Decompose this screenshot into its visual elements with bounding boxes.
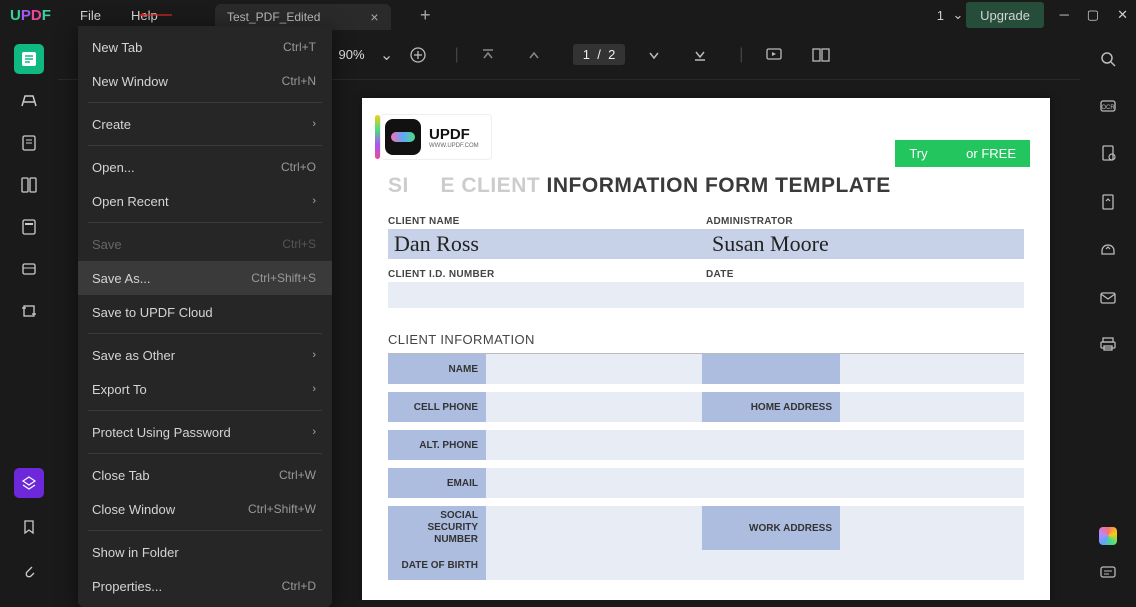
row-name-label: NAME — [388, 354, 486, 384]
row-work-label: WORK ADDRESS — [702, 506, 840, 550]
bookmark-button[interactable] — [14, 512, 44, 542]
menu-new-tab[interactable]: New TabCtrl+T — [78, 30, 332, 64]
id-value — [388, 282, 706, 308]
print-icon[interactable] — [1099, 336, 1117, 357]
id-label: CLIENT I.D. NUMBER — [388, 269, 706, 280]
chevron-right-icon: › — [312, 426, 316, 438]
row-alt-label: ALT. PHONE — [388, 430, 486, 460]
row-email-label: EMAIL — [388, 468, 486, 498]
menu-export[interactable]: Export To› — [78, 372, 332, 406]
page-number-input[interactable]: 1 / 2 — [573, 44, 626, 65]
zoom-value[interactable]: 90% — [339, 47, 365, 62]
last-page-icon[interactable] — [693, 48, 717, 62]
zoom-dropdown-icon[interactable]: ⌄ — [379, 45, 395, 65]
edit-tool-button[interactable] — [14, 128, 44, 158]
prev-page-icon[interactable] — [527, 48, 551, 62]
date-value — [706, 282, 1024, 308]
email-icon[interactable] — [1099, 291, 1117, 310]
crop-tool-button[interactable] — [14, 296, 44, 326]
menu-create[interactable]: Create› — [78, 107, 332, 141]
menu-save-as[interactable]: Save As...Ctrl+Shift+S — [78, 261, 332, 295]
window-controls: ─ ▢ ✕ — [1060, 7, 1128, 23]
presentation-icon[interactable] — [765, 47, 789, 63]
app-logo: UPDF — [10, 7, 51, 24]
new-tab-button[interactable]: + — [420, 5, 431, 26]
row-cell-label: CELL PHONE — [388, 392, 486, 422]
file-menu-dropdown: New TabCtrl+T New WindowCtrl+N Create› O… — [78, 26, 332, 607]
minimize-icon[interactable]: ─ — [1060, 7, 1069, 23]
tab-title: Test_PDF_Edited — [227, 10, 320, 24]
page-count-value: 1 — [937, 8, 944, 23]
right-sidebar: OCR — [1080, 30, 1136, 600]
facing-pages-icon[interactable] — [811, 47, 835, 63]
page-count-dropdown[interactable]: 1 ⌄ — [937, 7, 966, 23]
chevron-right-icon: › — [312, 349, 316, 361]
menu-save-other[interactable]: Save as Other› — [78, 338, 332, 372]
menu-protect[interactable]: Protect Using Password› — [78, 415, 332, 449]
zoom-in-icon[interactable] — [409, 46, 433, 64]
layers-button[interactable] — [14, 468, 44, 498]
client-info-grid: NAME CELL PHONE HOME ADDRESS ALT. PHONE — [388, 354, 1024, 580]
tools-button[interactable] — [14, 254, 44, 284]
left-sidebar — [0, 30, 58, 600]
export-icon[interactable] — [1100, 193, 1116, 216]
svg-text:OCR: OCR — [1101, 105, 1115, 111]
comment-tool-button[interactable] — [14, 86, 44, 116]
ocr-icon[interactable]: OCR — [1099, 99, 1117, 118]
chevron-right-icon: › — [312, 118, 316, 130]
share-icon[interactable] — [1099, 242, 1117, 265]
chevron-down-icon: ⌄ — [950, 7, 966, 23]
first-page-icon[interactable] — [481, 48, 505, 62]
tab-close-icon[interactable]: × — [370, 9, 378, 25]
organize-tool-button[interactable] — [14, 170, 44, 200]
upgrade-button[interactable]: Upgrade — [966, 2, 1044, 28]
row-dob-label: DATE OF BIRTH — [388, 550, 486, 580]
menu-close-window[interactable]: Close WindowCtrl+Shift+W — [78, 492, 332, 526]
menu-new-window[interactable]: New WindowCtrl+N — [78, 64, 332, 98]
menu-bar: File Help — [80, 8, 158, 23]
menu-properties[interactable]: Properties...Ctrl+D — [78, 569, 332, 603]
section-client-info: CLIENT INFORMATION — [388, 332, 1032, 347]
admin-value: Susan Moore — [706, 229, 1024, 259]
date-label: DATE — [706, 269, 1024, 280]
row-ssn-label: SOCIAL SECURITY NUMBER — [388, 506, 486, 550]
client-name-label: CLIENT NAME — [388, 216, 706, 227]
attachment-button[interactable] — [14, 556, 44, 586]
menu-open[interactable]: Open...Ctrl+O — [78, 150, 332, 184]
next-page-icon[interactable] — [647, 48, 671, 62]
redact-tool-button[interactable] — [14, 212, 44, 242]
sign-icon[interactable] — [1100, 144, 1116, 167]
admin-label: ADMINISTRATOR — [706, 216, 1024, 227]
menu-open-recent[interactable]: Open Recent› — [78, 184, 332, 218]
brand-badge: UPDF WWW.UPDF.COM — [380, 114, 492, 160]
ai-assistant-icon[interactable] — [1099, 527, 1117, 545]
search-icon[interactable] — [1099, 50, 1117, 73]
reader-mode-button[interactable] — [14, 44, 44, 74]
maximize-icon[interactable]: ▢ — [1087, 7, 1099, 23]
menu-close-tab[interactable]: Close TabCtrl+W — [78, 458, 332, 492]
try-free-button[interactable]: Try or FREE — [895, 140, 1030, 167]
menu-file[interactable]: File — [80, 8, 101, 23]
menu-show-folder[interactable]: Show in Folder — [78, 535, 332, 569]
close-icon[interactable]: ✕ — [1117, 7, 1128, 23]
chevron-right-icon: › — [312, 383, 316, 395]
chevron-right-icon: › — [312, 195, 316, 207]
menu-help[interactable]: Help — [131, 8, 158, 23]
doc-title: SI E CLIENT INFORMATION FORM TEMPLATE — [388, 174, 1032, 198]
pdf-page: UPDF WWW.UPDF.COM Try or FREE SI E CLIEN… — [362, 98, 1050, 600]
menu-save: SaveCtrl+S — [78, 227, 332, 261]
menu-save-cloud[interactable]: Save to UPDF Cloud — [78, 295, 332, 329]
client-name-value: Dan Ross — [388, 229, 706, 259]
chat-icon[interactable] — [1099, 565, 1117, 586]
row-home-label: HOME ADDRESS — [702, 392, 840, 422]
